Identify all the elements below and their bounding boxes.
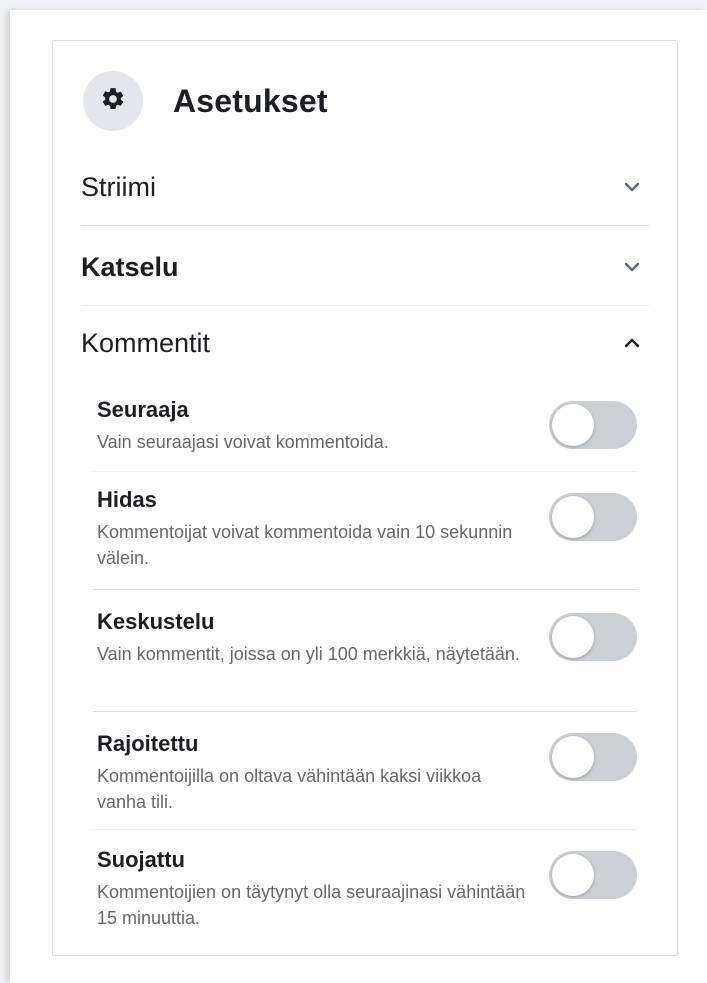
toggle-rajoitettu[interactable] <box>549 733 637 781</box>
option-description: Vain seuraajasi voivat kommentoida. <box>97 432 389 452</box>
section-label: Striimi <box>81 171 156 202</box>
toggle-suojattu[interactable] <box>549 851 637 899</box>
section-katselu[interactable]: Katselu <box>81 227 649 307</box>
option-divider <box>93 471 637 472</box>
option-description: Kommentoijilla on oltava vähintään kaksi… <box>97 766 482 812</box>
comment-option-hidas: Hidas Kommentoijat voivat kommentoida va… <box>97 487 637 571</box>
option-divider <box>93 829 637 830</box>
section-label: Katselu <box>81 251 179 282</box>
chevron-down-icon[interactable] <box>617 252 647 282</box>
comment-option-keskustelu: Keskustelu Vain kommentit, joissa on yli… <box>97 609 637 667</box>
toggle-knob <box>552 854 594 896</box>
option-divider <box>93 589 637 590</box>
option-description: Kommentoijien on täytynyt olla seuraajin… <box>97 882 526 928</box>
comment-option-suojattu: Suojattu Kommentoijien on täytynyt olla … <box>97 847 637 931</box>
option-description: Kommentoijat voivat kommentoida vain 10 … <box>97 522 513 568</box>
section-kommentit[interactable]: Kommentit <box>81 303 649 383</box>
toggle-knob <box>552 404 594 446</box>
settings-header: Asetukset <box>83 71 328 131</box>
option-description: Vain kommentit, joissa on yli 100 merkki… <box>97 644 520 664</box>
section-divider <box>81 225 649 226</box>
chevron-down-icon[interactable] <box>617 172 647 202</box>
option-divider <box>93 711 637 712</box>
chevron-up-icon[interactable] <box>617 328 647 358</box>
gear-icon <box>100 86 126 117</box>
toggle-knob <box>552 736 594 778</box>
gear-icon-container <box>83 71 143 131</box>
toggle-hidas[interactable] <box>549 493 637 541</box>
page-title: Asetukset <box>173 82 328 119</box>
section-striimi[interactable]: Striimi <box>81 147 649 227</box>
toggle-seuraaja[interactable] <box>549 401 637 449</box>
section-label: Kommentit <box>81 327 211 358</box>
toggle-knob <box>552 616 594 658</box>
toggle-keskustelu[interactable] <box>549 613 637 661</box>
comment-option-seuraaja: Seuraaja Vain seuraajasi voivat kommento… <box>97 397 637 455</box>
toggle-knob <box>552 496 594 538</box>
comment-option-rajoitettu: Rajoitettu Kommentoijilla on oltava vähi… <box>97 731 637 815</box>
settings-panel: Asetukset Striimi Katselu Kommentit Seur… <box>52 40 678 956</box>
